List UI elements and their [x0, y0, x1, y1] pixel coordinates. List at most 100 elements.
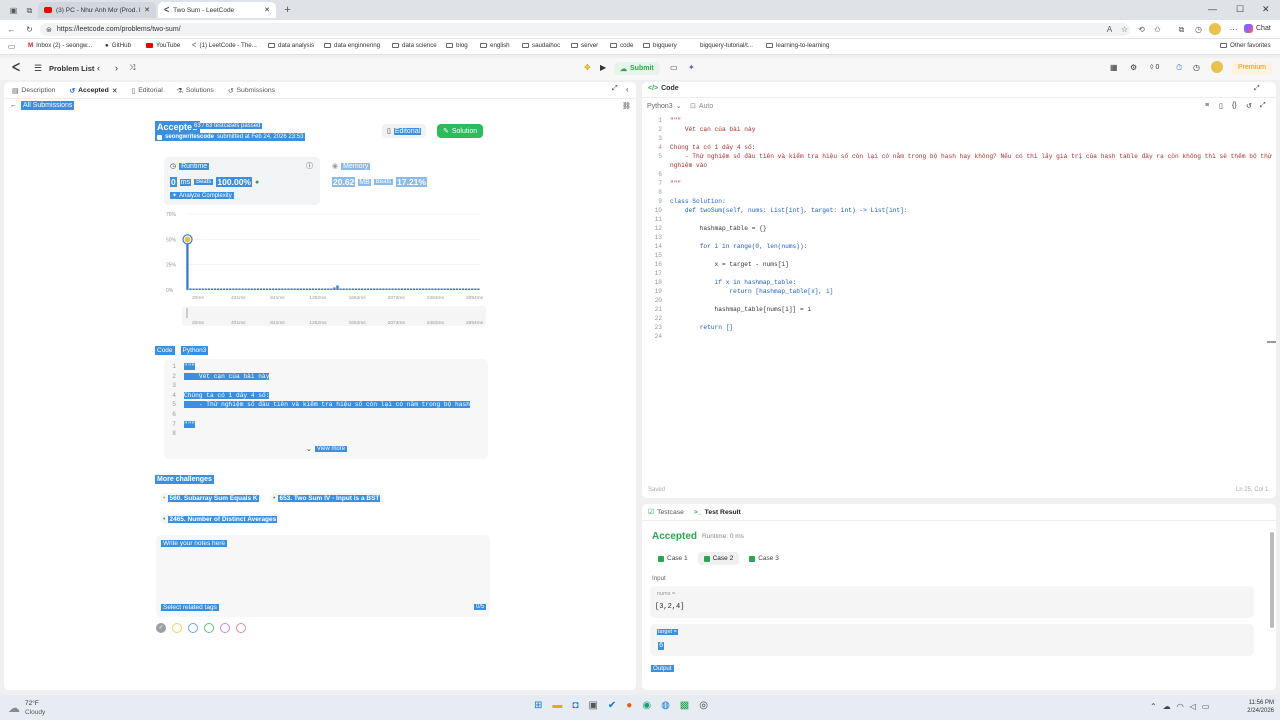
- debug-icon[interactable]: ✥: [584, 63, 591, 72]
- memory-card[interactable]: ◉ Memory 20.62 MB Beats 17.21%: [326, 157, 482, 205]
- info-icon[interactable]: ⓘ: [306, 161, 313, 171]
- speaker-icon[interactable]: ◁: [1190, 702, 1196, 711]
- layout-icon[interactable]: ▦: [1110, 63, 1118, 72]
- language-select[interactable]: Python3 ⌄: [647, 102, 682, 111]
- color-swatch-pink[interactable]: [236, 623, 246, 633]
- color-swatch-yellow[interactable]: [172, 623, 182, 633]
- notes-box[interactable]: Write your notes here Select related tag…: [156, 535, 490, 617]
- streak-counter[interactable]: ◊ 0: [1150, 64, 1159, 71]
- onedrive-icon[interactable]: ☁: [1163, 702, 1171, 711]
- refresh-icon[interactable]: ↻: [24, 24, 35, 35]
- bookmark-folder[interactable]: code: [610, 42, 633, 49]
- close-icon[interactable]: ✕: [144, 6, 150, 14]
- bookmark-folder[interactable]: bigquery: [643, 42, 677, 49]
- read-aloud-icon[interactable]: A: [1104, 24, 1115, 35]
- close-icon[interactable]: ✕: [112, 87, 118, 95]
- challenge-chip[interactable]: • 653. Two Sum IV - Input is a BST: [270, 493, 384, 503]
- todo-icon[interactable]: ✔: [608, 700, 616, 711]
- site-info-icon[interactable]: ⊜: [46, 26, 52, 34]
- color-swatch-green[interactable]: [204, 623, 214, 633]
- premium-button[interactable]: Premium: [1232, 62, 1273, 75]
- code-editor[interactable]: 1 """ 2 Vét cạn của bài này 3 4 Chúng ta có 1…: [642, 117, 1276, 457]
- problem-list-link[interactable]: Problem List: [49, 64, 94, 73]
- github-desktop-icon[interactable]: ◎: [699, 700, 708, 711]
- battery-icon[interactable]: ▭: [1202, 702, 1210, 711]
- bookmark-folder[interactable]: english: [480, 42, 510, 49]
- tab-code[interactable]: </> Code: [648, 85, 679, 92]
- leetcode-logo-icon[interactable]: ᐸ: [12, 61, 20, 74]
- back-icon[interactable]: ←: [6, 24, 17, 35]
- expand-icon[interactable]: ⤢: [612, 85, 618, 93]
- file-explorer-icon[interactable]: ▬: [552, 700, 562, 711]
- collapse-icon[interactable]: ‹: [626, 85, 629, 94]
- maximize-icon[interactable]: ☐: [1236, 4, 1244, 15]
- tab-solutions[interactable]: ⚗ Solutions: [177, 87, 214, 95]
- target-input-box[interactable]: target = 6: [650, 624, 1254, 656]
- submitted-code-block[interactable]: 1 """ 2 Vét cạn của bài này 3 4 Chúng ta có 1…: [164, 359, 488, 459]
- bookmark-item[interactable]: ● GitHub: [105, 42, 131, 49]
- tags-select[interactable]: Select related tags: [161, 604, 219, 611]
- bookmark-folder[interactable]: saudaihoc: [522, 42, 560, 49]
- store-icon[interactable]: ◘: [572, 700, 578, 711]
- editorial-button[interactable]: ▯ Editorial: [382, 124, 427, 138]
- browser-tab-youtube[interactable]: (3) PC - Như Anh Mơ (Prod. by M... ✕: [38, 2, 156, 18]
- share-icon[interactable]: ⛓: [622, 102, 631, 110]
- history-icon[interactable]: ◷: [1193, 24, 1204, 35]
- case-tab-2[interactable]: Case 2: [697, 552, 740, 565]
- windows-start-icon[interactable]: ⊞: [534, 700, 542, 711]
- tab-description[interactable]: ▤ Description: [12, 87, 55, 95]
- tab-testcase[interactable]: ☑ Testcase: [648, 508, 684, 517]
- photos-icon[interactable]: ▣: [588, 700, 597, 711]
- ai-icon[interactable]: ✦: [688, 63, 695, 72]
- nums-input-box[interactable]: nums = [3,2,4]: [650, 586, 1254, 618]
- braces-icon[interactable]: {}: [1232, 102, 1237, 109]
- challenge-chip[interactable]: • 2465. Number of Distinct Averages: [160, 514, 281, 524]
- edge-active-icon[interactable]: ◍: [661, 700, 670, 711]
- extension-icon[interactable]: ⟲: [1136, 24, 1147, 35]
- tab-test-result[interactable]: >_ Test Result: [694, 509, 741, 516]
- bookmark-folder[interactable]: learning-to-learning: [766, 42, 829, 49]
- bookmark-item[interactable]: YouTube: [146, 42, 180, 49]
- bookmark-folder[interactable]: blog: [446, 42, 468, 49]
- url-field[interactable]: ⊜ https://leetcode.com/problems/two-sum/: [40, 23, 1130, 36]
- shuffle-icon[interactable]: ⤨: [129, 63, 135, 73]
- wifi-icon[interactable]: ◠: [1177, 702, 1184, 711]
- close-window-icon[interactable]: ✕: [1262, 4, 1270, 15]
- collections-icon[interactable]: ⧉: [1176, 24, 1187, 35]
- notes-icon[interactable]: ▭: [670, 63, 678, 72]
- run-icon[interactable]: ▶: [600, 63, 606, 72]
- analyze-complexity-link[interactable]: ✦ Analyze Complexity: [170, 192, 234, 199]
- color-swatch-gray[interactable]: ✓: [156, 623, 166, 633]
- favorites-icon[interactable]: ✩: [1152, 24, 1163, 35]
- minimize-icon[interactable]: —: [1208, 4, 1217, 14]
- browser-tab-leetcode[interactable]: ᐸ Two Sum - LeetCode ✕: [158, 2, 276, 18]
- more-menu-icon[interactable]: ⋯: [1228, 24, 1239, 35]
- tab-accepted[interactable]: ↺ Accepted ✕: [69, 87, 117, 95]
- view-more-link[interactable]: ⌄ View more: [306, 445, 348, 453]
- prev-problem-icon[interactable]: ‹: [97, 63, 100, 73]
- settings-gear-icon[interactable]: ⚙: [1130, 63, 1137, 72]
- tab-actions-icon[interactable]: ⧉: [24, 5, 35, 16]
- format-icon[interactable]: ≡: [1205, 102, 1209, 109]
- avatar[interactable]: [1211, 61, 1223, 73]
- next-problem-icon[interactable]: ›: [115, 63, 118, 73]
- bookmark-item[interactable]: M Inbox (2) - seongw...: [28, 42, 92, 49]
- clock[interactable]: 11:56 PM 2/24/2026: [1238, 699, 1274, 715]
- challenge-chip[interactable]: • 560. Subarray Sum Equals K: [160, 493, 262, 503]
- avatar[interactable]: [1209, 23, 1221, 35]
- runtime-card[interactable]: ◷ Runtime ⓘ 0 ms Beats 100.00% ● ✦ Analy…: [164, 157, 320, 205]
- edge-icon[interactable]: ◉: [642, 700, 651, 711]
- browser-profile-icon[interactable]: ▣: [8, 5, 19, 16]
- chevron-up-icon[interactable]: ⌃: [1150, 702, 1157, 711]
- terminal-app-icon[interactable]: ▩: [680, 700, 689, 711]
- fullscreen-icon[interactable]: ⤢: [1260, 102, 1266, 110]
- bookmark-item[interactable]: bigquery-tutorial/t...: [700, 42, 753, 49]
- back-to-submissions[interactable]: ← All Submissions: [10, 101, 75, 110]
- favorite-star-icon[interactable]: ☆: [1119, 24, 1130, 35]
- new-tab-icon[interactable]: +: [282, 4, 293, 16]
- timer-icon[interactable]: ⏱: [1176, 63, 1182, 73]
- runtime-distribution-chart[interactable]: 75% 50% 25% 0% 20ms 431ms 841ms 1252ms 1662ms 207…: [164, 210, 486, 334]
- close-icon[interactable]: ✕: [264, 6, 270, 14]
- firefox-icon[interactable]: ●: [626, 700, 632, 711]
- reset-icon[interactable]: ↺: [1246, 102, 1252, 110]
